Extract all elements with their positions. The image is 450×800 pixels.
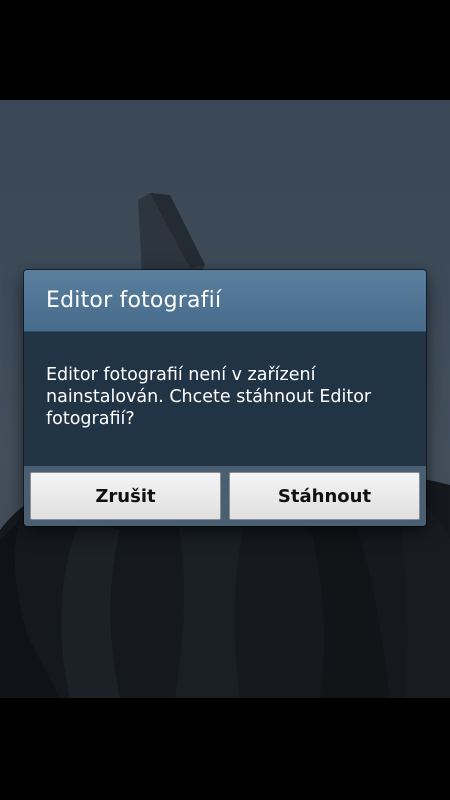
download-button[interactable]: Stáhnout [229,472,420,520]
cancel-button[interactable]: Zrušit [30,472,221,520]
dialog-body: Editor fotografií není v zařízení nainst… [24,332,426,466]
dialog-message: Editor fotografií není v zařízení nainst… [46,365,372,429]
dialog-title-bar: Editor fotografií [24,270,426,332]
dialog-button-bar: Zrušit Stáhnout [24,466,426,526]
phone-screen: Editor fotografií Editor fotografií není… [0,0,450,800]
dialog-title: Editor fotografií [46,288,222,313]
install-prompt-dialog: Editor fotografií Editor fotografií není… [24,270,426,526]
